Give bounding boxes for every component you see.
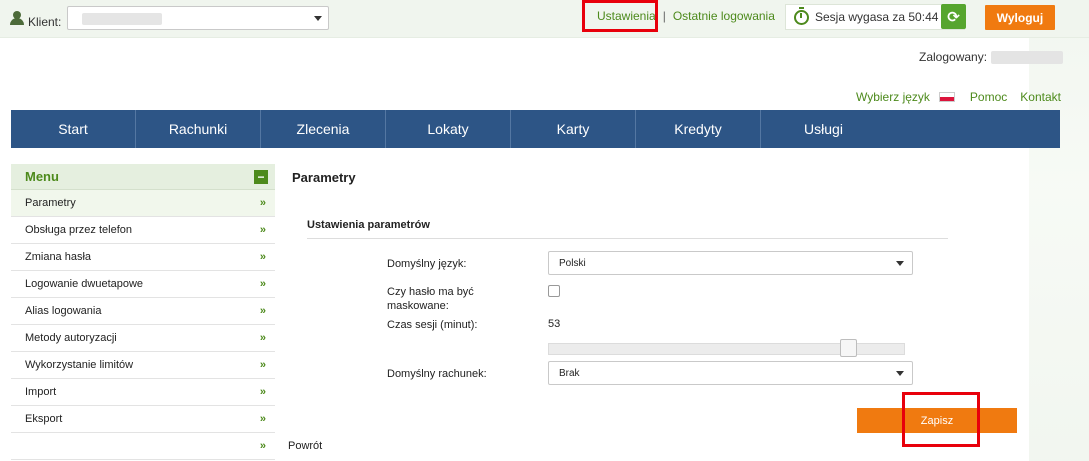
sidebar-item-limit-usage[interactable]: Wykorzystanie limitów » [11, 352, 275, 379]
sidebar-menu: Menu − Parametry » Obsługa przez telefon »… [11, 164, 275, 460]
sidebar-item-import[interactable]: Import » [11, 379, 275, 406]
menu-title: Menu [25, 169, 59, 184]
chevron-right-icon: » [259, 224, 266, 236]
nav-item-start[interactable]: Start [11, 110, 136, 148]
sidebar-item-label: Parametry [25, 197, 76, 209]
session-time-value: 53 [548, 318, 561, 330]
sidebar-item-label: Logowanie dwuetapowe [25, 278, 144, 290]
sidebar-item-label: Zmiana hasła [25, 251, 92, 263]
help-link[interactable]: Pomoc [970, 90, 1007, 104]
chevron-right-icon: » [259, 413, 266, 425]
chevron-right-icon: » [259, 332, 266, 344]
session-time-slider-handle[interactable] [840, 339, 857, 357]
logged-user: Zalogowany: [919, 50, 1064, 64]
section-title: Ustawienia parametrów [307, 219, 430, 231]
last-logins-link[interactable]: Ostatnie logowania [673, 9, 775, 23]
sidebar-item-export[interactable]: Eksport » [11, 406, 275, 433]
session-timer: Sesja wygasa za 50:44 [785, 4, 965, 30]
sidebar-item-label: Alias logowania [25, 305, 102, 317]
sidebar-item-label: Eksport [25, 413, 63, 425]
contact-link[interactable]: Kontakt [1020, 90, 1061, 104]
logged-label: Zalogowany: [919, 50, 988, 64]
sidebar-item-label: Import [25, 386, 57, 398]
sidebar-item-label: Metody autoryzacji [25, 332, 117, 344]
chevron-right-icon: » [259, 305, 266, 317]
sidebar-item-empty[interactable]: » [11, 433, 275, 460]
chevron-right-icon: » [259, 386, 266, 398]
decorative-background [1029, 0, 1089, 461]
default-language-label: Domyślny język: [387, 258, 467, 270]
default-language-value: Polski [559, 258, 586, 269]
logout-button[interactable]: Wyloguj [985, 5, 1055, 30]
main-nav: Start Rachunki Zlecenia Lokaty Karty Kre… [11, 110, 1060, 148]
chevron-right-icon: » [259, 197, 266, 209]
menu-header: Menu − [11, 164, 275, 190]
top-links: Ustawienia | Ostatnie logowania [583, 0, 775, 32]
sidebar-item-phone-service[interactable]: Obsługa przez telefon » [11, 217, 275, 244]
nav-item-accounts[interactable]: Rachunki [136, 110, 261, 148]
default-account-label: Domyślny rachunek: [387, 368, 487, 380]
sidebar-item-label: Wykorzystanie limitów [25, 359, 134, 371]
sidebar-item-auth-methods[interactable]: Metody autoryzacji » [11, 325, 275, 352]
refresh-icon: ⟳ [947, 8, 960, 26]
page-title: Parametry [292, 170, 356, 185]
chevron-right-icon: » [259, 440, 266, 452]
client-label: Klient: [28, 15, 62, 29]
chevron-right-icon: » [259, 278, 266, 290]
nav-item-orders[interactable]: Zlecenia [261, 110, 386, 148]
stopwatch-icon [794, 6, 809, 25]
chevron-down-icon [896, 371, 904, 376]
chevron-down-icon [896, 261, 904, 266]
logged-user-redacted [991, 50, 1064, 64]
sidebar-item-two-step-login[interactable]: Logowanie dwuetapowe » [11, 271, 275, 298]
nav-item-services[interactable]: Usługi [761, 110, 886, 148]
back-link[interactable]: Powrót [288, 440, 322, 452]
client-name-redacted [82, 13, 163, 25]
chevron-right-icon: » [259, 359, 266, 371]
sidebar-item-change-password[interactable]: Zmiana hasła » [11, 244, 275, 271]
default-language-select[interactable]: Polski [548, 251, 913, 275]
chevron-right-icon: » [259, 251, 266, 263]
session-text: Sesja wygasa za 50:44 [815, 10, 939, 24]
choose-language-link[interactable]: Wybierz język [856, 90, 930, 104]
nav-item-loans[interactable]: Kredyty [636, 110, 761, 148]
nav-item-cards[interactable]: Karty [511, 110, 636, 148]
sidebar-item-parameters[interactable]: Parametry » [11, 190, 275, 217]
link-separator: | [662, 9, 666, 23]
client-dropdown[interactable] [67, 6, 330, 30]
session-time-label: Czas sesji (minut): [387, 319, 478, 331]
nav-item-deposits[interactable]: Lokaty [386, 110, 511, 148]
refresh-session-button[interactable]: ⟳ [941, 4, 966, 29]
sidebar-item-label: Obsługa przez telefon [25, 224, 133, 236]
collapse-menu-button[interactable]: − [254, 169, 268, 184]
section-divider [307, 238, 948, 239]
mask-password-label: Czy hasło ma być maskowane: [387, 286, 474, 312]
language-bar: Wybierz język Pomoc Kontakt [856, 90, 1061, 104]
mask-password-checkbox[interactable] [548, 285, 560, 297]
user-icon [10, 11, 24, 25]
save-button[interactable]: Zapisz [857, 408, 1017, 433]
default-account-value: Brak [559, 368, 580, 379]
top-bar: Klient: Ustawienia | Ostatnie logowania … [0, 0, 1089, 38]
chevron-down-icon [314, 16, 323, 21]
client-selector: Klient: [10, 6, 330, 30]
default-account-select[interactable]: Brak [548, 361, 913, 385]
settings-link[interactable]: Ustawienia [597, 9, 656, 23]
polish-flag-icon[interactable] [938, 92, 955, 102]
sidebar-item-login-alias[interactable]: Alias logowania » [11, 298, 275, 325]
